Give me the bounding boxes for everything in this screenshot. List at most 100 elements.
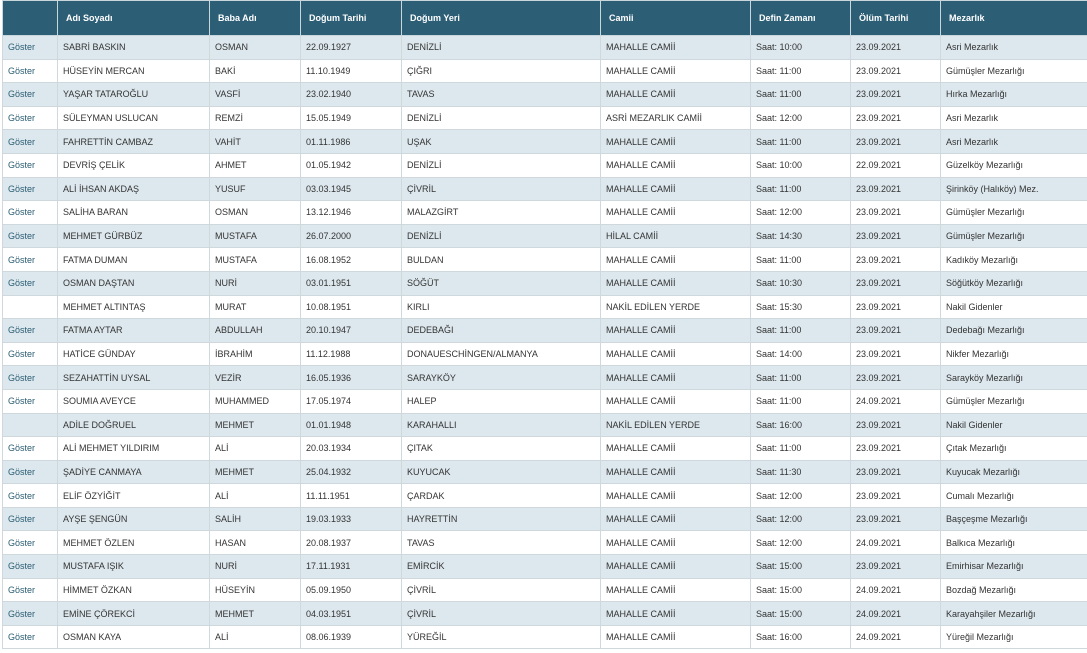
- birth-date-cell: 08.06.1939: [300, 624, 402, 650]
- name-cell: EMİNE ÇÖREKCİ: [57, 601, 210, 626]
- cemetery-cell: Kadıköy Mezarlığı: [940, 247, 1087, 272]
- burial-time-cell: Saat: 14:00: [750, 341, 851, 367]
- mosque-cell: MAHALLE CAMİİ: [600, 506, 751, 532]
- header-burial-time: Defin Zamanı: [750, 0, 851, 36]
- show-link[interactable]: Göster: [2, 459, 58, 485]
- burial-time-cell: Saat: 15:00: [750, 554, 851, 579]
- show-link[interactable]: Göster: [2, 129, 58, 154]
- death-date-cell: 23.09.2021: [850, 129, 941, 154]
- father-name-cell: REMZİ: [209, 105, 301, 131]
- name-cell: MEHMET ALTINTAŞ: [57, 294, 210, 320]
- show-link[interactable]: Göster: [2, 554, 58, 579]
- birth-place-cell: SÖĞÜT: [401, 270, 601, 296]
- cemetery-cell: Çıtak Mezarlığı: [940, 436, 1087, 461]
- mosque-cell: MAHALLE CAMİİ: [600, 530, 751, 556]
- burial-time-cell: Saat: 11:00: [750, 247, 851, 272]
- cemetery-cell: Cumalı Mezarlığı: [940, 483, 1087, 508]
- mosque-cell: MAHALLE CAMİİ: [600, 554, 751, 579]
- show-link[interactable]: Göster: [2, 318, 58, 343]
- burial-time-cell: Saat: 12:00: [750, 530, 851, 556]
- burial-time-cell: Saat: 11:00: [750, 58, 851, 84]
- father-name-cell: VAHİT: [209, 129, 301, 154]
- father-name-cell: ALİ: [209, 436, 301, 461]
- show-link[interactable]: Göster: [2, 176, 58, 202]
- table-row: Göster HATİCE GÜNDAY İBRAHİM 11.12.1988 DONA…: [2, 341, 1087, 367]
- table-row: Göster HİMMET ÖZKAN HÜSEYİN 05.09.1950 ÇİVRİ…: [2, 577, 1087, 603]
- show-link[interactable]: Göster: [2, 82, 58, 107]
- show-link[interactable]: Göster: [2, 436, 58, 461]
- show-link[interactable]: Göster: [2, 624, 58, 650]
- show-link[interactable]: Göster: [2, 35, 58, 60]
- mosque-cell: NAKİL EDİLEN YERDE: [600, 294, 751, 320]
- table-row: Göster FAHRETTİN CAMBAZ VAHİT 01.11.1986 UŞA…: [2, 129, 1087, 154]
- birth-place-cell: MALAZGİRT: [401, 200, 601, 225]
- birth-place-cell: ÇARDAK: [401, 483, 601, 508]
- header-birth-date: Doğum Tarihi: [300, 0, 402, 36]
- show-link[interactable]: Göster: [2, 506, 58, 532]
- cemetery-cell: Emirhisar Mezarlığı: [940, 554, 1087, 579]
- father-name-cell: MUSTAFA: [209, 223, 301, 249]
- table-row: Göster MEHMET GÜRBÜZ MUSTAFA 26.07.2000 DENİ…: [2, 223, 1087, 249]
- burial-time-cell: Saat: 12:00: [750, 483, 851, 508]
- show-link[interactable]: Göster: [2, 270, 58, 296]
- father-name-cell: AHMET: [209, 152, 301, 178]
- show-link[interactable]: Göster: [2, 341, 58, 367]
- cemetery-cell: Gümüşler Mezarlığı: [940, 200, 1087, 225]
- birth-place-cell: HALEP: [401, 388, 601, 414]
- burial-time-cell: Saat: 11:00: [750, 129, 851, 154]
- death-date-cell: 23.09.2021: [850, 270, 941, 296]
- show-link[interactable]: Göster: [2, 388, 58, 414]
- birth-date-cell: 19.03.1933: [300, 506, 402, 532]
- birth-place-cell: HAYRETTİN: [401, 506, 601, 532]
- birth-date-cell: 11.12.1988: [300, 341, 402, 367]
- death-date-cell: 23.09.2021: [850, 223, 941, 249]
- show-link[interactable]: Göster: [2, 247, 58, 272]
- show-link[interactable]: Göster: [2, 601, 58, 626]
- show-link[interactable]: Göster: [2, 58, 58, 84]
- death-date-cell: 23.09.2021: [850, 506, 941, 532]
- name-cell: HÜSEYİN MERCAN: [57, 58, 210, 84]
- death-date-cell: 24.09.2021: [850, 388, 941, 414]
- father-name-cell: NURİ: [209, 554, 301, 579]
- birth-place-cell: ÇİVRİL: [401, 601, 601, 626]
- death-date-cell: 24.09.2021: [850, 624, 941, 650]
- father-name-cell: HÜSEYİN: [209, 577, 301, 603]
- birth-date-cell: 17.11.1931: [300, 554, 402, 579]
- show-link[interactable]: Göster: [2, 152, 58, 178]
- father-name-cell: MEHMET: [209, 459, 301, 485]
- mosque-cell: MAHALLE CAMİİ: [600, 459, 751, 485]
- cemetery-cell: Bozdağ Mezarlığı: [940, 577, 1087, 603]
- burial-time-cell: Saat: 11:00: [750, 176, 851, 202]
- father-name-cell: VASFİ: [209, 82, 301, 107]
- show-link[interactable]: Göster: [2, 200, 58, 225]
- name-cell: FATMA AYTAR: [57, 318, 210, 343]
- name-cell: SOUMIA AVEYCE: [57, 388, 210, 414]
- father-name-cell: HASAN: [209, 530, 301, 556]
- mosque-cell: MAHALLE CAMİİ: [600, 388, 751, 414]
- birth-place-cell: KIRLI: [401, 294, 601, 320]
- birth-place-cell: TAVAS: [401, 82, 601, 107]
- burial-time-cell: Saat: 11:00: [750, 318, 851, 343]
- show-link[interactable]: Göster: [2, 365, 58, 390]
- name-cell: ALİ İHSAN AKDAŞ: [57, 176, 210, 202]
- burial-time-cell: Saat: 10:00: [750, 152, 851, 178]
- cemetery-cell: Güzelköy Mezarlığı: [940, 152, 1087, 178]
- show-link[interactable]: Göster: [2, 530, 58, 556]
- show-link[interactable]: Göster: [2, 223, 58, 249]
- birth-date-cell: 11.11.1951: [300, 483, 402, 508]
- cemetery-cell: Balkıca Mezarlığı: [940, 530, 1087, 556]
- show-link[interactable]: Göster: [2, 105, 58, 131]
- father-name-cell: ALİ: [209, 624, 301, 650]
- header-father-name: Baba Adı: [209, 0, 301, 36]
- show-link[interactable]: Göster: [2, 577, 58, 603]
- birth-place-cell: DENİZLİ: [401, 35, 601, 60]
- name-cell: YAŞAR TATAROĞLU: [57, 82, 210, 107]
- death-date-cell: 23.09.2021: [850, 459, 941, 485]
- name-cell: HATİCE GÜNDAY: [57, 341, 210, 367]
- mosque-cell: MAHALLE CAMİİ: [600, 483, 751, 508]
- show-link[interactable]: Göster: [2, 483, 58, 508]
- birth-date-cell: 05.09.1950: [300, 577, 402, 603]
- birth-place-cell: YÜREĞİL: [401, 624, 601, 650]
- father-name-cell: NURİ: [209, 270, 301, 296]
- table-row: Göster FATMA AYTAR ABDULLAH 20.10.1947 DEDEB…: [2, 318, 1087, 343]
